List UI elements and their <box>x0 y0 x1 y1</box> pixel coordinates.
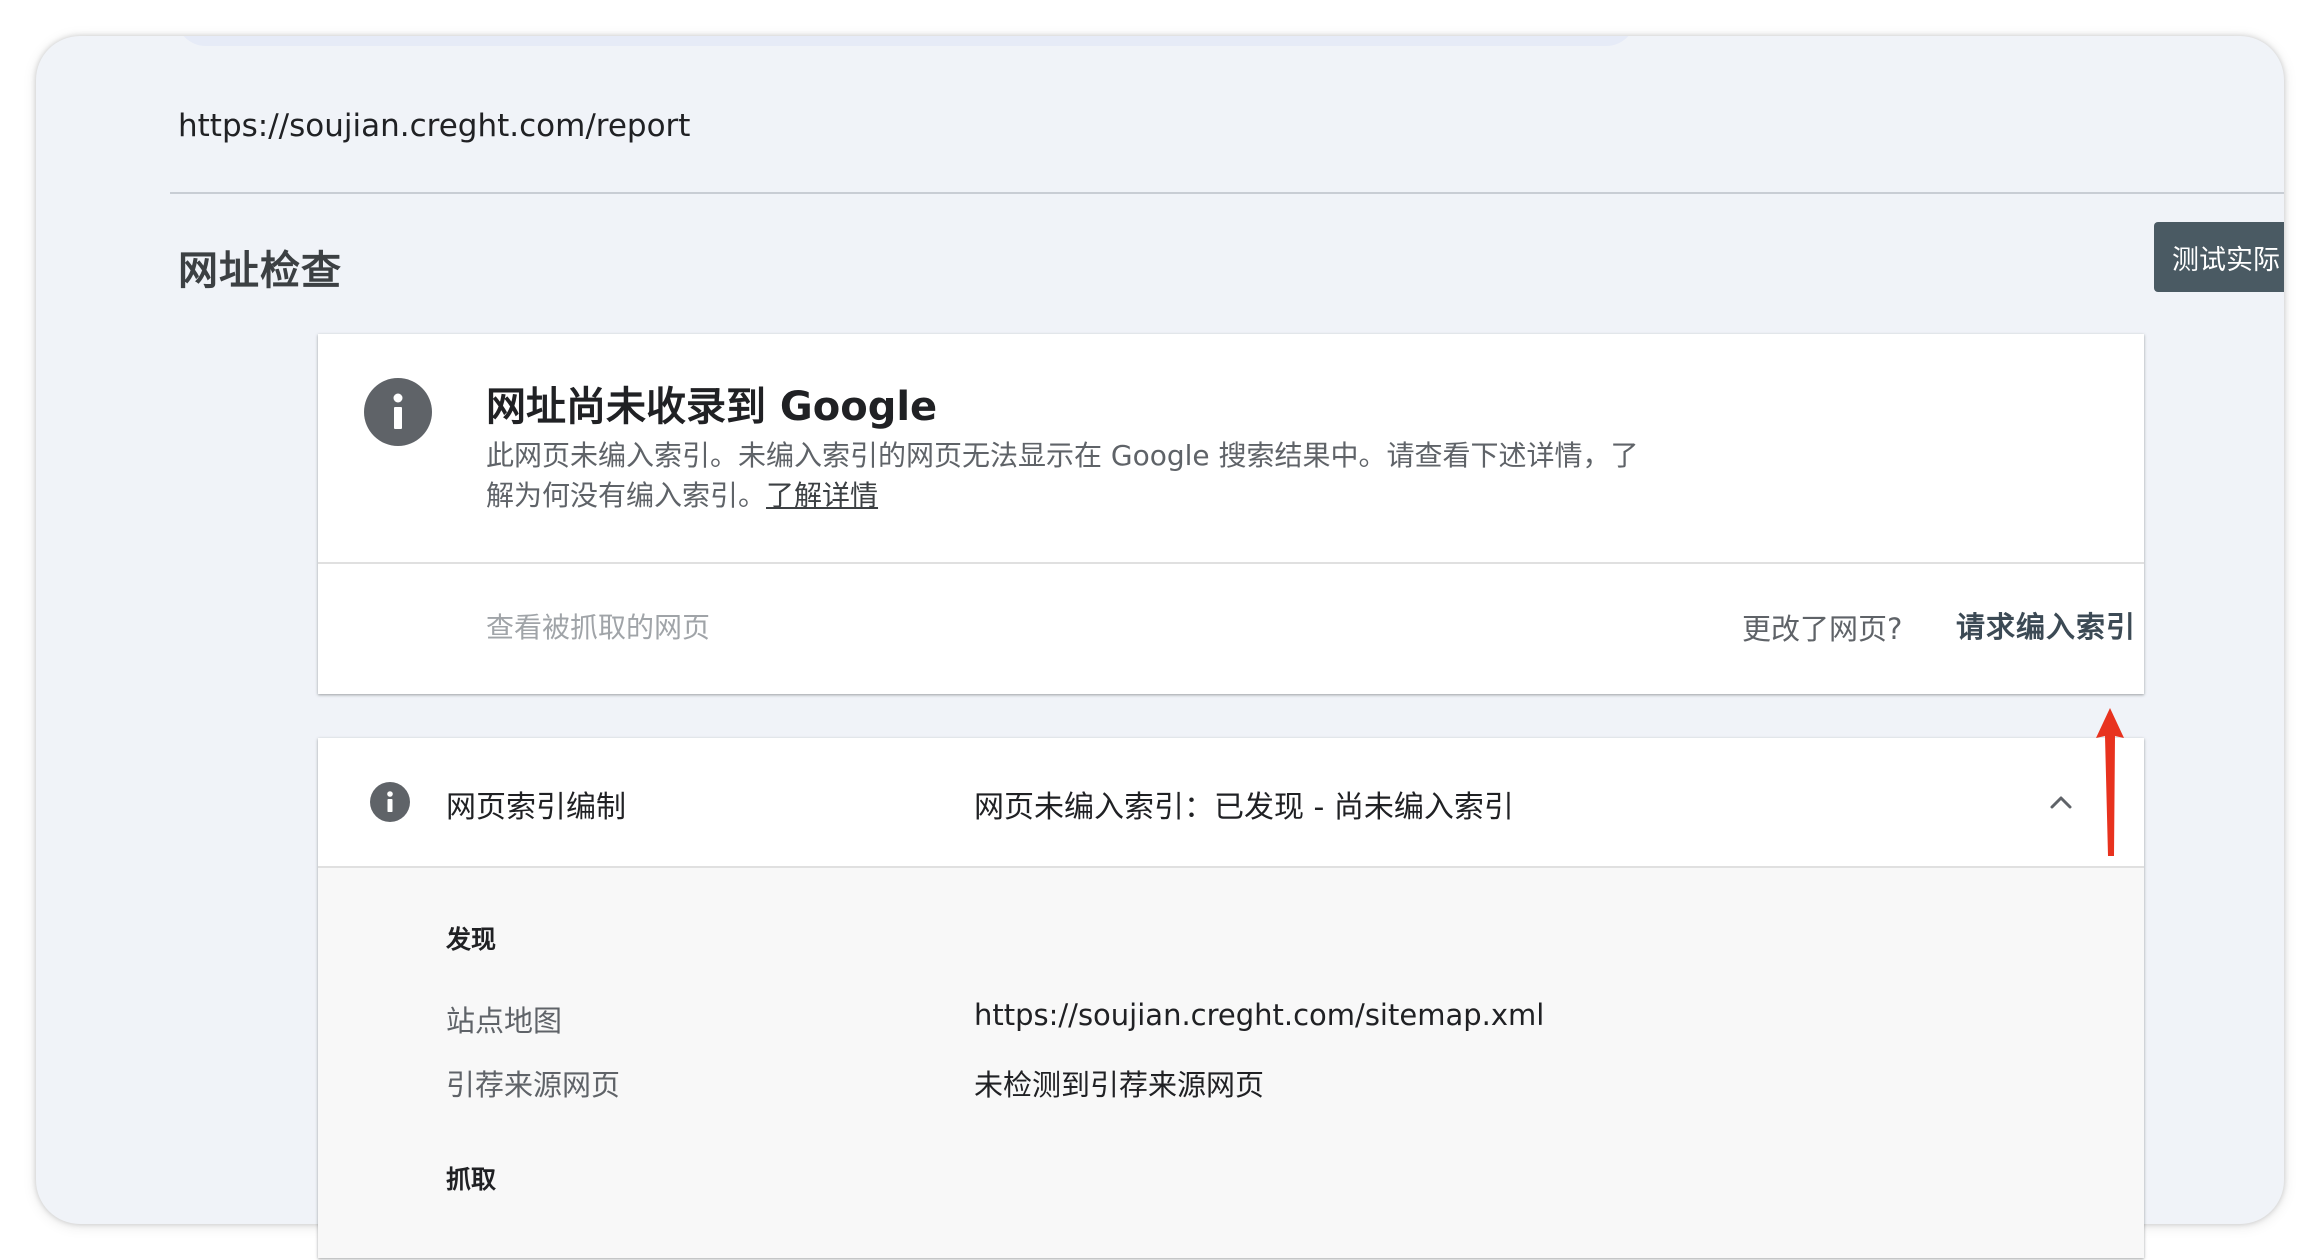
status-description-text: 此网页未编入索引。未编入索引的网页无法显示在 Google 搜索结果中。请查看下… <box>486 439 1639 512</box>
referring-page-label: 引荐来源网页 <box>446 1068 621 1102</box>
view-crawled-page-link[interactable]: 查看被抓取的网页 <box>486 606 710 646</box>
crawl-heading: 抓取 <box>446 1165 497 1194</box>
sitemap-value: https://soujian.creght.com/sitemap.xml <box>974 998 1545 1032</box>
url-divider <box>170 192 2284 194</box>
annotation-arrow-icon <box>2096 708 2124 856</box>
test-live-url-button[interactable]: 测试实际 <box>2154 222 2284 292</box>
page-changed-text: 更改了网页? <box>1742 612 1903 646</box>
card-divider <box>318 562 2144 564</box>
status-description: 此网页未编入索引。未编入索引的网页无法显示在 Google 搜索结果中。请查看下… <box>486 436 1646 516</box>
request-indexing-button[interactable]: 请求编入索引 <box>1956 600 2136 650</box>
sitemap-label: 站点地图 <box>446 1004 563 1038</box>
page-title: 网址检查 <box>178 248 342 294</box>
status-title: 网址尚未收录到 Google <box>486 384 938 430</box>
page-indexing-card: 网页索引编制 网页未编入索引：已发现 - 尚未编入索引 发现 站点地图 http… <box>318 738 2144 1258</box>
referring-page-value: 未检测到引荐来源网页 <box>974 1068 1265 1102</box>
page-indexing-status: 网页未编入索引：已发现 - 尚未编入索引 <box>974 790 1514 825</box>
info-icon <box>364 378 432 446</box>
indexing-details: 发现 站点地图 https://soujian.creght.com/sitem… <box>318 868 2144 1258</box>
chevron-up-icon[interactable] <box>2046 788 2076 818</box>
search-bar-edge[interactable] <box>176 36 1636 46</box>
learn-more-link[interactable]: 了解详情 <box>766 479 878 512</box>
page-indexing-label: 网页索引编制 <box>446 790 626 825</box>
index-status-card: 网址尚未收录到 Google 此网页未编入索引。未编入索引的网页无法显示在 Go… <box>318 334 2144 694</box>
inspected-url: https://soujian.creght.com/report <box>178 108 691 144</box>
discovery-heading: 发现 <box>446 925 497 954</box>
page-indexing-header[interactable]: 网页索引编制 网页未编入索引：已发现 - 尚未编入索引 <box>318 738 2144 866</box>
info-icon <box>370 782 410 822</box>
